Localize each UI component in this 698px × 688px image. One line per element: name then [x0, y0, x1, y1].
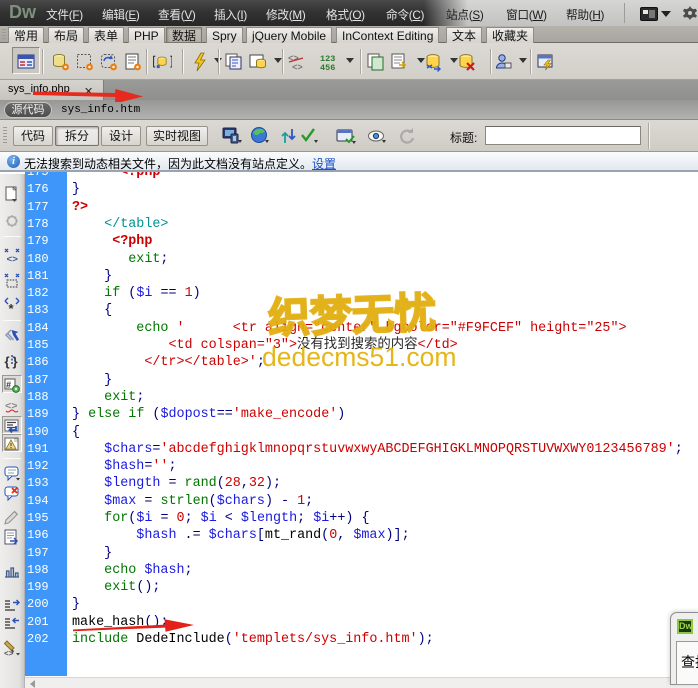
- svg-text:<>: <>: [4, 650, 14, 658]
- svg-text:*: *: [9, 301, 15, 314]
- svg-text:}: }: [13, 354, 18, 369]
- svg-text:{: {: [5, 354, 10, 369]
- svg-text:456: 456: [320, 63, 335, 72]
- svg-text:#: #: [6, 380, 11, 390]
- svg-text:<>: <>: [7, 254, 19, 264]
- svg-text:<>: <>: [292, 63, 303, 72]
